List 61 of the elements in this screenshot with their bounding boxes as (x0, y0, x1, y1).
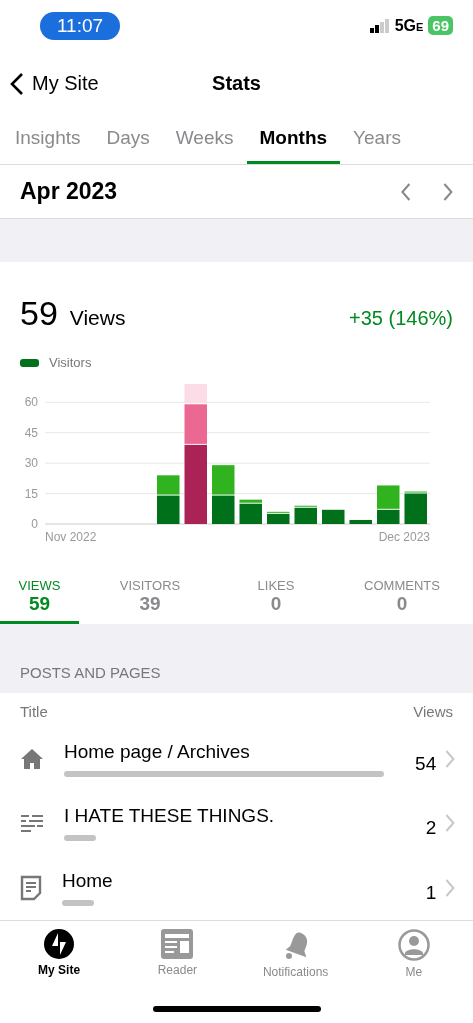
views-bar (64, 835, 96, 842)
tab-bar-item[interactable]: Reader (118, 921, 237, 981)
person-icon (397, 929, 430, 962)
bar[interactable] (322, 509, 345, 525)
views-count: 59 (20, 294, 58, 333)
signal-icon (369, 18, 390, 33)
legend-swatch (20, 358, 39, 367)
bar[interactable] (184, 444, 207, 525)
views-value: 1 (425, 882, 437, 904)
axis-label: 15 (24, 486, 38, 501)
bar[interactable] (377, 509, 400, 525)
legend-label: Visitors (49, 355, 92, 371)
views-bar (62, 900, 94, 906)
bar[interactable] (349, 519, 372, 525)
previous-icon[interactable] (401, 182, 413, 201)
tab-bar-item[interactable]: Notifications (236, 921, 355, 981)
page-icon (20, 875, 42, 901)
house-icon (20, 747, 44, 770)
tab-bar-item[interactable]: My Site (0, 921, 119, 981)
back-icon (10, 71, 24, 96)
axis-label: Nov 2022 (45, 530, 97, 545)
text-lines-icon (20, 814, 44, 833)
stat-tab[interactable]: VISITORS 39 (79, 570, 221, 625)
back-button[interactable]: My Site (10, 71, 99, 96)
post-title[interactable]: Home page / Archives (64, 740, 416, 763)
axis-label: 60 (24, 395, 38, 410)
bar[interactable] (239, 503, 262, 525)
period-tab[interactable]: Months (246, 115, 341, 165)
column-header: Views (413, 703, 453, 721)
axis-label: 45 (24, 425, 38, 440)
axis-label: 0 (31, 517, 38, 532)
period-label: Apr 2023 (20, 178, 118, 206)
time-pill: 11:07 (40, 11, 120, 40)
period-tab[interactable]: Years (340, 115, 414, 165)
bar[interactable] (212, 495, 235, 525)
post-title[interactable]: Home (62, 870, 426, 892)
bar[interactable] (267, 513, 290, 525)
post-title[interactable]: I HATE THESE THINGS. (64, 805, 426, 828)
bar[interactable] (294, 507, 317, 525)
views-value: 2 (425, 817, 437, 840)
network-label: 5GE (394, 16, 424, 35)
stat-tab[interactable]: LIKES 0 (221, 570, 331, 625)
axis-label: 30 (24, 456, 38, 471)
screen-title: Stats (212, 72, 261, 96)
column-header: Title (20, 703, 48, 721)
period-tab[interactable]: Insights (2, 115, 94, 165)
newspaper-icon (161, 929, 194, 960)
period-tab[interactable]: Weeks (162, 115, 247, 165)
axis-label: Dec 2023 (378, 530, 430, 545)
change-label: +35 (146%) (349, 307, 453, 331)
views-label: Views (69, 306, 126, 330)
bar[interactable] (157, 495, 180, 525)
views-value: 54 (415, 752, 437, 775)
tab-bar-item[interactable]: Me (354, 921, 473, 981)
stat-tab[interactable]: COMMENTS 0 (331, 570, 473, 625)
battery-level: 69 (428, 16, 453, 36)
bolt-logo-icon (44, 929, 75, 960)
bar[interactable] (404, 493, 427, 525)
period-tab[interactable]: Days (93, 115, 163, 165)
next-icon[interactable] (442, 182, 453, 201)
section-heading: POSTS AND PAGES (20, 664, 161, 682)
